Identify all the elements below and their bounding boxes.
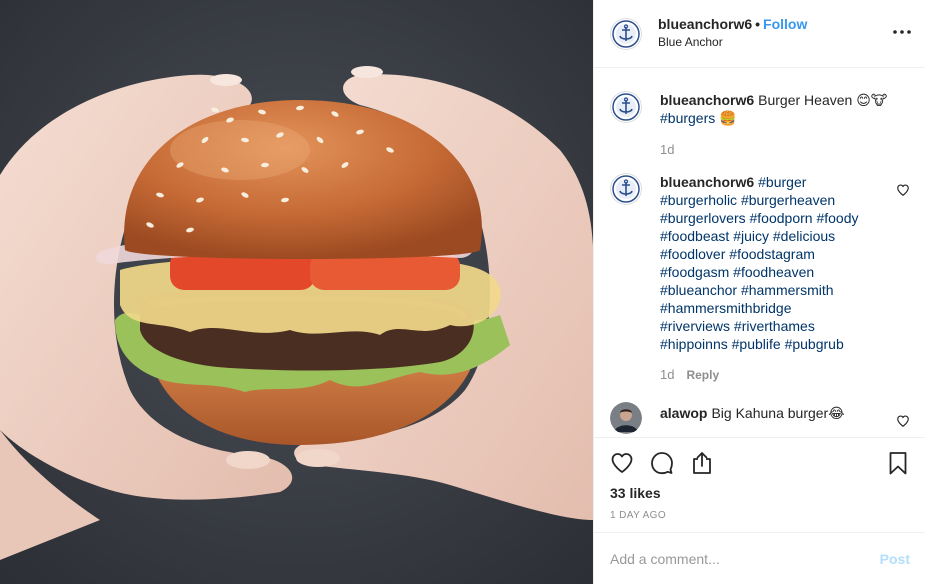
post-comment-button[interactable]: Post [880,551,910,567]
reply-button[interactable]: Reply [686,366,719,384]
add-comment-input[interactable] [610,550,880,567]
post-header: blueanchorw6 • Follow Blue Anchor [594,0,925,68]
hashtag[interactable]: #juicy [733,228,769,244]
hashtag[interactable]: #foodheaven [733,264,814,280]
hashtag[interactable]: #riverviews [660,318,730,334]
hashtag[interactable]: #foodbeast [660,228,729,244]
caption-hashtag[interactable]: #burgers [660,110,715,126]
hashtag[interactable]: #foodlover [660,246,725,262]
author-username[interactable]: blueanchorw6 [658,16,752,32]
caption-meta: 1d [660,141,890,159]
post-caption: blueanchorw6 Burger Heaven 😊🐮 #burgers 🍔 … [610,91,910,159]
hashtag[interactable]: #foodstagram [729,246,815,262]
hashtag[interactable]: #foodporn [750,210,813,226]
heart-icon[interactable] [610,451,634,475]
caption-emoji: 🍔 [715,110,737,126]
like-comment-heart-icon[interactable] [896,183,910,197]
comment-username[interactable]: alawop [660,405,707,421]
post-date[interactable]: 1 DAY AGO [610,510,910,521]
caption-username[interactable]: blueanchorw6 [660,92,754,108]
comment-username[interactable]: blueanchorw6 [660,174,754,190]
hashtag[interactable]: #riverthames [734,318,815,334]
add-comment-bar: Post [594,532,925,584]
comment-text: Big Kahuna burger😂 [711,405,845,421]
commenter-avatar[interactable] [610,402,642,434]
instagram-post: blueanchorw6 • Follow Blue Anchor bluean… [0,0,925,584]
post-side-panel: blueanchorw6 • Follow Blue Anchor bluean… [593,0,925,584]
hashtag[interactable]: #burgerholic [660,192,737,208]
comment-meta: 1d Reply [660,366,890,384]
header-separator: • [755,16,761,32]
anchor-logo-icon [610,91,642,123]
comment-item: alawop Big Kahuna burger😂 [610,402,910,434]
hashtag[interactable]: #hammersmithbridge [660,300,792,316]
commenter-avatar[interactable] [610,173,642,205]
like-comment-heart-icon[interactable] [896,414,910,428]
hashtag[interactable]: #foodgasm [660,264,729,280]
hashtag[interactable]: #foody [816,210,858,226]
hashtag[interactable]: #hammersmith [741,282,834,298]
user-photo-avatar-icon [610,402,642,434]
comment-item: blueanchorw6 #burger #burgerholic #burger… [610,173,910,384]
bookmark-icon[interactable] [886,451,910,475]
hashtag[interactable]: #pubgrub [785,336,844,352]
post-actions: 33 likes 1 DAY AGO [594,437,925,532]
hashtag[interactable]: #burgerlovers [660,210,746,226]
comments-list[interactable]: blueanchorw6 Burger Heaven 😊🐮 #burgers 🍔 … [594,69,925,436]
hashtag[interactable]: #delicious [773,228,835,244]
hashtag[interactable]: #hippoinns [660,336,728,352]
comment-icon[interactable] [650,451,674,475]
anchor-logo-icon [610,17,642,50]
caption-avatar[interactable] [610,91,642,123]
share-icon[interactable] [690,451,714,475]
hashtag[interactable]: #burgerheaven [741,192,835,208]
author-avatar[interactable] [610,17,642,50]
caption-text: Burger Heaven 😊🐮 [758,92,888,108]
follow-button[interactable]: Follow [763,16,807,32]
hashtag[interactable]: #burger [758,174,806,190]
hashtag[interactable]: #publife [732,336,781,352]
anchor-logo-icon [610,173,642,205]
post-location[interactable]: Blue Anchor [658,34,807,51]
more-options-icon[interactable] [892,22,912,42]
hashtag[interactable]: #blueanchor [660,282,737,298]
burger-photo [0,0,593,584]
post-image[interactable] [0,0,593,584]
comment-time[interactable]: 1d [660,366,674,384]
caption-time[interactable]: 1d [660,141,674,159]
